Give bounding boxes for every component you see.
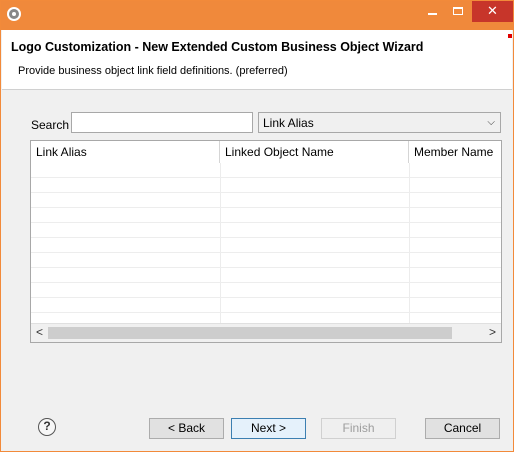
table-row[interactable]	[31, 178, 501, 193]
link-field-table[interactable]: Link Alias Linked Object Name Member Nam…	[30, 140, 502, 343]
column-header-member-name[interactable]: Member Name	[409, 141, 501, 163]
wizard-description: Provide business object link field defin…	[18, 65, 288, 77]
scrollbar-thumb[interactable]	[48, 327, 452, 339]
table-row[interactable]	[31, 163, 501, 178]
search-filter-select[interactable]: Link Alias ⌵	[258, 112, 501, 133]
next-button[interactable]: Next >	[231, 418, 306, 439]
close-icon: ✕	[487, 3, 498, 18]
error-marker	[508, 34, 512, 38]
table-row[interactable]	[31, 268, 501, 283]
back-button[interactable]: < Back	[149, 418, 224, 439]
search-label: Search	[31, 118, 70, 132]
table-row[interactable]	[31, 223, 501, 238]
table-row[interactable]	[31, 298, 501, 313]
app-icon	[7, 7, 21, 21]
table-row[interactable]	[31, 253, 501, 268]
cancel-button[interactable]: Cancel	[425, 418, 500, 439]
minimize-icon	[427, 13, 437, 15]
scroll-right-icon[interactable]: >	[484, 324, 501, 342]
search-input[interactable]	[71, 112, 253, 133]
maximize-icon	[453, 7, 463, 15]
column-header-link-alias[interactable]: Link Alias	[31, 141, 220, 163]
minimize-button[interactable]	[419, 1, 445, 22]
maximize-button[interactable]	[445, 1, 471, 22]
table-row[interactable]	[31, 208, 501, 223]
column-header-linked-object-name[interactable]: Linked Object Name	[220, 141, 409, 163]
table-row[interactable]	[31, 193, 501, 208]
search-filter-value: Link Alias	[263, 116, 314, 130]
title-bar[interactable]: ✕	[1, 1, 513, 30]
finish-button[interactable]: Finish	[321, 418, 396, 439]
table-header: Link Alias Linked Object Name Member Nam…	[31, 141, 501, 163]
horizontal-scrollbar[interactable]: < >	[31, 323, 501, 342]
close-button[interactable]: ✕	[472, 1, 513, 22]
chevron-down-icon: ⌵	[487, 117, 495, 128]
wizard-header: Logo Customization - New Extended Custom…	[2, 30, 512, 90]
scroll-left-icon[interactable]: <	[31, 324, 48, 342]
help-icon[interactable]: ?	[38, 418, 56, 436]
table-row[interactable]	[31, 238, 501, 253]
wizard-title: Logo Customization - New Extended Custom…	[11, 40, 424, 54]
table-body	[31, 163, 501, 324]
wizard-window: ✕ Logo Customization - New Extended Cust…	[0, 0, 514, 452]
table-row[interactable]	[31, 283, 501, 298]
